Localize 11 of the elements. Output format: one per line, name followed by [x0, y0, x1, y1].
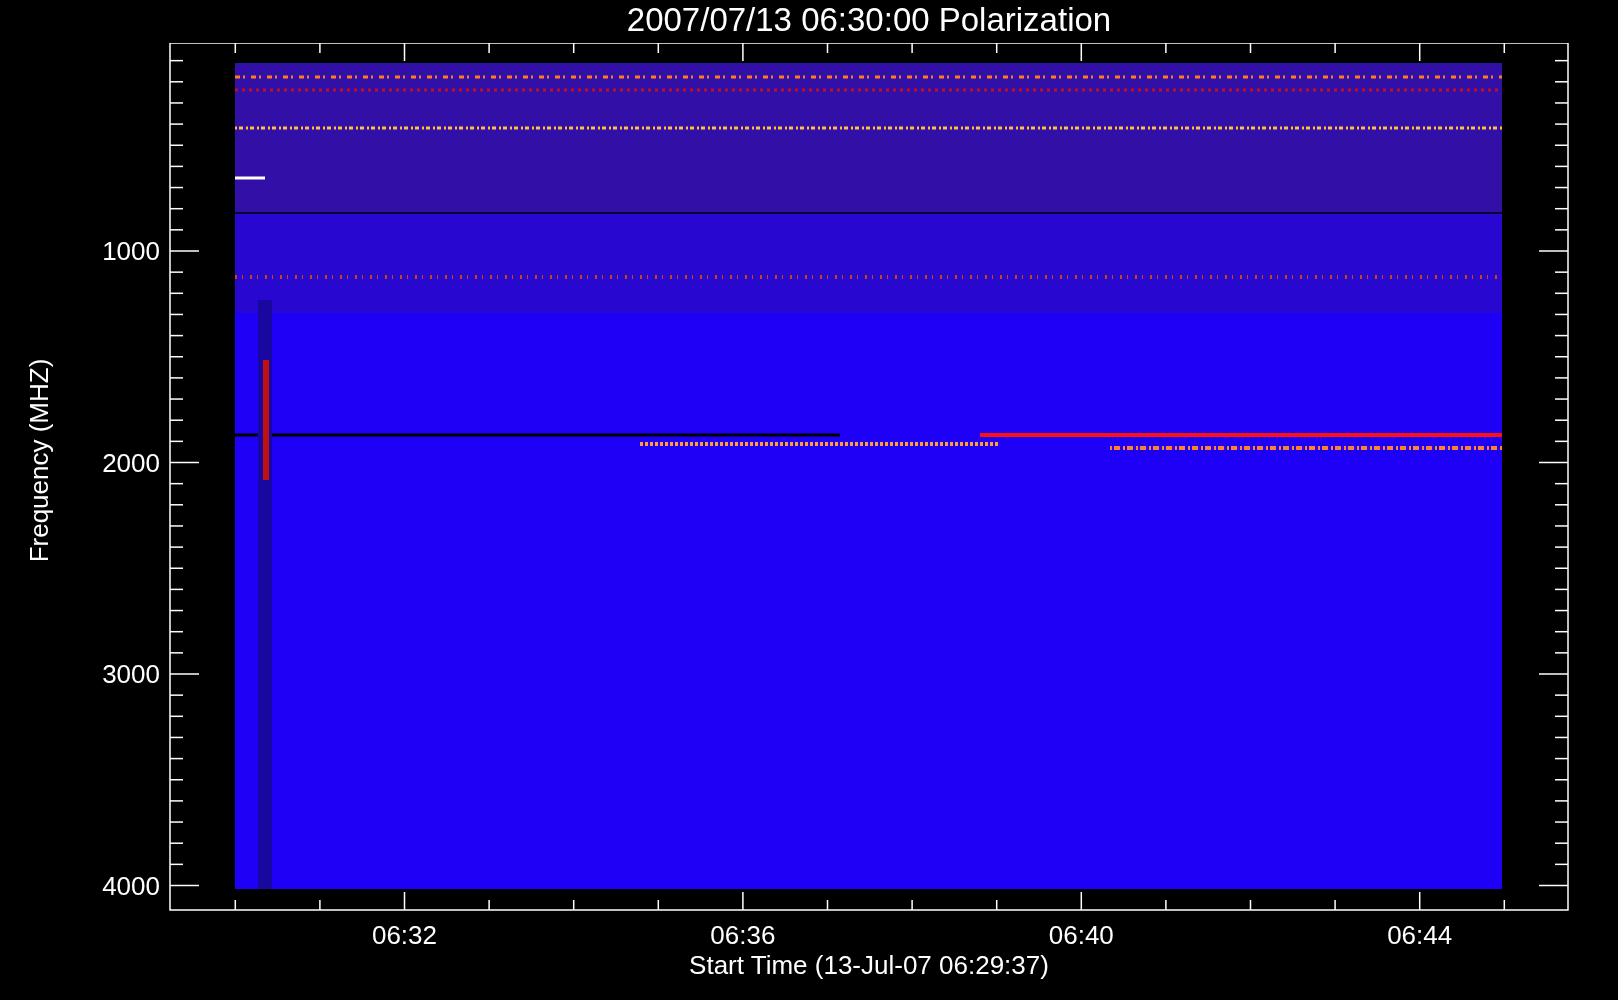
x-axis-label: Start Time (13-Jul-07 06:29:37) — [688, 950, 1050, 980]
tick-label: 06:32 — [371, 920, 438, 950]
chart-title: 2007/07/13 06:30:00 Polarization — [625, 0, 1113, 40]
tick-label: 06:36 — [710, 920, 776, 950]
tick-label: 3000 — [102, 659, 160, 689]
tick-label: 2000 — [102, 447, 160, 478]
tick-label: 06:40 — [1048, 920, 1114, 950]
tick-label: 06:44 — [1387, 920, 1453, 950]
tick-label: 4000 — [102, 870, 160, 901]
tick-label: 1000 — [102, 236, 160, 266]
y-axis-label: Frequency (MHZ) — [24, 358, 56, 562]
